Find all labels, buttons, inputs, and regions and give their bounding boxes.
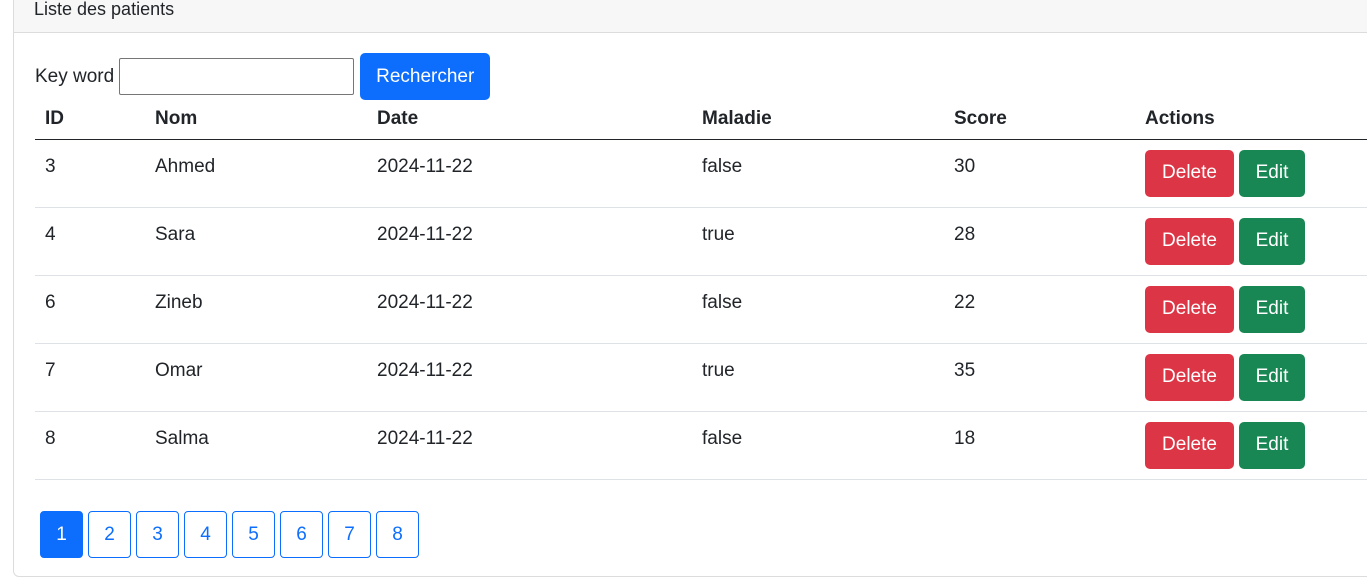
cell-id: 7 [35,343,145,412]
page-3-button[interactable]: 3 [136,511,179,558]
delete-button[interactable]: Delete [1145,217,1234,265]
page-4-button[interactable]: 4 [184,511,227,558]
column-header: Date [367,99,692,140]
keyword-input[interactable] [119,58,355,95]
cell-date: 2024-11-22 [367,139,692,208]
cell-score: 22 [944,275,1135,344]
pagination: 12345678 [40,511,419,558]
table-row: 3 Ahmed 2024-11-22 false 30 Delete Edit [35,139,1367,208]
page-6-button[interactable]: 6 [280,511,323,558]
cell-date: 2024-11-22 [367,411,692,480]
column-header: ID [35,99,145,140]
cell-id: 6 [35,275,145,344]
delete-button[interactable]: Delete [1145,421,1234,469]
delete-button[interactable]: Delete [1145,149,1234,197]
page-1-button[interactable]: 1 [40,511,83,558]
cell-actions: Delete Edit [1135,207,1367,276]
cell-nom: Sara [145,207,367,276]
edit-button[interactable]: Edit [1239,421,1305,469]
cell-nom: Zineb [145,275,367,344]
edit-button[interactable]: Edit [1239,149,1305,197]
cell-nom: Ahmed [145,139,367,208]
cell-nom: Omar [145,343,367,412]
card-title: Liste des patients [14,0,1367,33]
cell-maladie: false [692,411,944,480]
table-row: 4 Sara 2024-11-22 true 28 Delete Edit [35,207,1367,276]
keyword-label: Key word [35,65,115,87]
cell-maladie: true [692,343,944,412]
cell-actions: Delete Edit [1135,139,1367,208]
patients-card: Liste des patients Key word Rechercher I… [13,0,1367,577]
cell-id: 4 [35,207,145,276]
edit-button[interactable]: Edit [1239,353,1305,401]
cell-maladie: false [692,275,944,344]
cell-score: 30 [944,139,1135,208]
cell-maladie: true [692,207,944,276]
cell-date: 2024-11-22 [367,343,692,412]
patients-table: ID Nom Date Maladie Score Actions 3 Ahmed 2024-… [35,99,1367,480]
delete-button[interactable]: Delete [1145,285,1234,333]
cell-actions: Delete Edit [1135,275,1367,344]
column-header: Maladie [692,99,944,140]
edit-button[interactable]: Edit [1239,285,1305,333]
column-header: Actions [1135,99,1367,140]
delete-button[interactable]: Delete [1145,353,1234,401]
cell-actions: Delete Edit [1135,411,1367,480]
edit-button[interactable]: Edit [1239,217,1305,265]
search-button[interactable]: Rechercher [360,53,491,100]
cell-id: 3 [35,139,145,208]
cell-maladie: false [692,139,944,208]
page-8-button[interactable]: 8 [376,511,419,558]
page-2-button[interactable]: 2 [88,511,131,558]
column-header: Nom [145,99,367,140]
page-7-button[interactable]: 7 [328,511,371,558]
cell-date: 2024-11-22 [367,275,692,344]
table-row: 8 Salma 2024-11-22 false 18 Delete Edit [35,411,1367,480]
cell-date: 2024-11-22 [367,207,692,276]
cell-nom: Salma [145,411,367,480]
table-row: 6 Zineb 2024-11-22 false 22 Delete Edit [35,275,1367,344]
cell-actions: Delete Edit [1135,343,1367,412]
cell-score: 35 [944,343,1135,412]
column-header: Score [944,99,1135,140]
page-5-button[interactable]: 5 [232,511,275,558]
cell-score: 18 [944,411,1135,480]
cell-id: 8 [35,411,145,480]
cell-score: 28 [944,207,1135,276]
table-row: 7 Omar 2024-11-22 true 35 Delete Edit [35,343,1367,412]
search-form: Key word Rechercher [35,53,491,100]
